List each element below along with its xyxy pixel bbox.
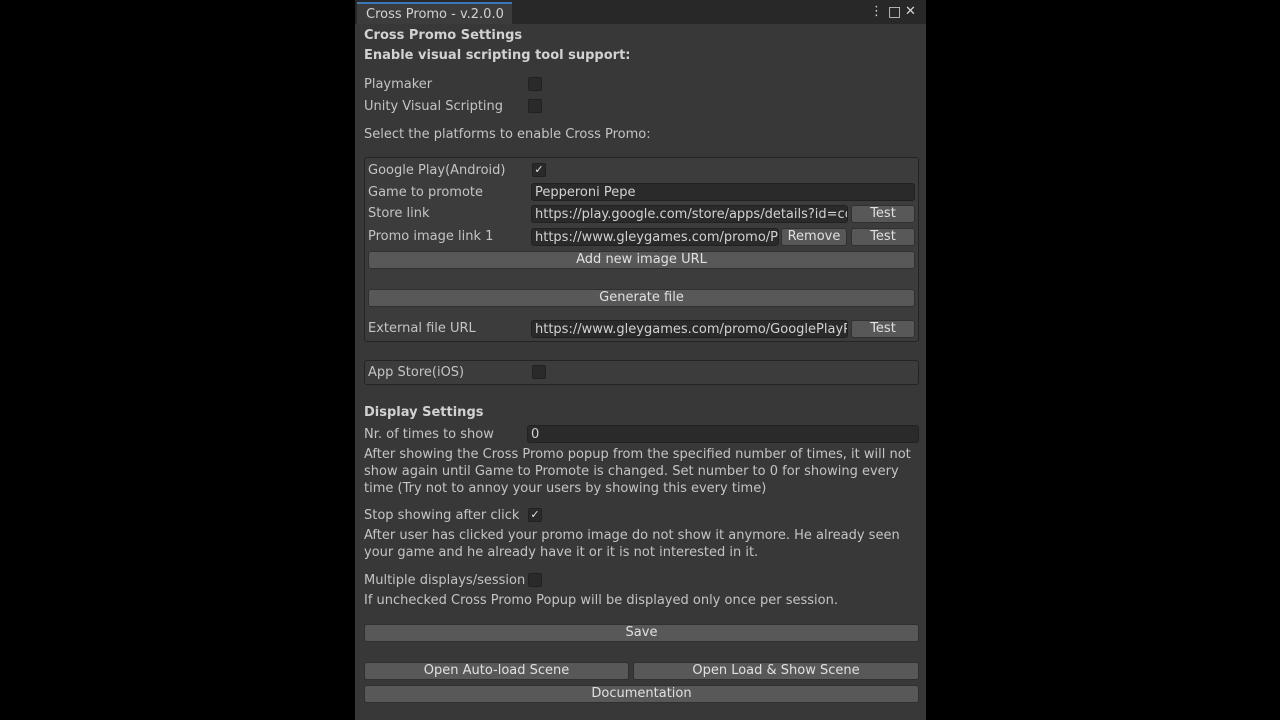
platforms-label: Select the platforms to enable Cross Pro… bbox=[364, 127, 651, 142]
more-options-icon[interactable]: ⋮ bbox=[870, 4, 883, 20]
playmaker-checkbox[interactable] bbox=[528, 77, 542, 91]
generate-file-button[interactable]: Generate file bbox=[368, 289, 915, 307]
playmaker-label: Playmaker bbox=[364, 77, 433, 92]
stop-showing-checkbox[interactable]: ✓ bbox=[528, 508, 542, 522]
display-settings-title: Display Settings bbox=[364, 405, 484, 420]
google-play-label: Google Play(Android) bbox=[368, 163, 506, 178]
store-link-input[interactable]: https://play.google.com/store/apps/detai… bbox=[531, 205, 848, 223]
stop-showing-help: After user has clicked your promo image … bbox=[364, 528, 900, 560]
google-play-checkbox[interactable]: ✓ bbox=[532, 163, 546, 177]
external-file-test-button[interactable]: Test bbox=[851, 320, 915, 338]
save-button[interactable]: Save bbox=[364, 624, 919, 642]
game-to-promote-label: Game to promote bbox=[368, 185, 483, 200]
store-link-test-button[interactable]: Test bbox=[851, 205, 915, 223]
open-load-show-scene-button[interactable]: Open Load & Show Scene bbox=[633, 662, 919, 680]
close-icon[interactable]: ✕ bbox=[905, 4, 916, 20]
promo-image-link-label: Promo image link 1 bbox=[368, 229, 494, 244]
documentation-button[interactable]: Documentation bbox=[364, 685, 919, 703]
window-tab[interactable]: Cross Promo - v.2.0.0 bbox=[357, 2, 512, 24]
window-titlebar: Cross Promo - v.2.0.0 ⋮ □ ✕ bbox=[355, 0, 926, 24]
settings-title: Cross Promo Settings bbox=[364, 28, 523, 43]
multiple-displays-checkbox[interactable] bbox=[528, 573, 542, 587]
times-to-show-input[interactable]: 0 bbox=[527, 425, 919, 443]
stop-showing-label: Stop showing after click bbox=[364, 508, 520, 523]
multiple-displays-help: If unchecked Cross Promo Popup will be d… bbox=[364, 593, 838, 608]
times-to-show-help: After showing the Cross Promo popup from… bbox=[364, 447, 911, 496]
external-file-url-input[interactable]: https://www.gleygames.com/promo/GooglePl… bbox=[531, 320, 848, 338]
times-to-show-label: Nr. of times to show bbox=[364, 427, 494, 442]
remove-image-button[interactable]: Remove bbox=[781, 228, 847, 246]
store-link-label: Store link bbox=[368, 206, 430, 221]
multiple-displays-label: Multiple displays/session bbox=[364, 573, 526, 588]
game-to-promote-input[interactable]: Pepperoni Pepe bbox=[531, 183, 915, 201]
add-image-url-button[interactable]: Add new image URL bbox=[368, 251, 915, 269]
cross-promo-window: Cross Promo - v.2.0.0 ⋮ □ ✕ Cross Promo … bbox=[355, 0, 926, 720]
promo-image-test-button[interactable]: Test bbox=[851, 228, 915, 246]
maximize-icon[interactable]: □ bbox=[888, 4, 901, 20]
external-file-url-label: External file URL bbox=[368, 321, 476, 336]
open-auto-load-scene-button[interactable]: Open Auto-load Scene bbox=[364, 662, 629, 680]
app-store-label: App Store(iOS) bbox=[368, 365, 465, 380]
app-store-checkbox[interactable] bbox=[532, 365, 546, 379]
visual-scripting-heading: Enable visual scripting tool support: bbox=[364, 48, 631, 63]
promo-image-link-input[interactable]: https://www.gleygames.com/promo/Pro bbox=[531, 228, 779, 246]
unity-visual-scripting-label: Unity Visual Scripting bbox=[364, 99, 504, 114]
unity-visual-scripting-checkbox[interactable] bbox=[528, 99, 542, 113]
